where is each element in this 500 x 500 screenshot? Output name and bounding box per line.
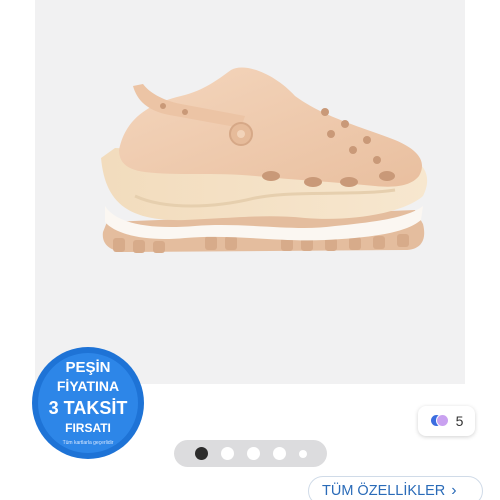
installment-promo-badge: PEŞİN FİYATINA 3 TAKSİT FIRSATI Tüm kart… [32, 347, 144, 459]
product-image [101, 67, 428, 253]
promo-line-2: FİYATINA [57, 378, 119, 394]
chevron-right-icon: › [451, 482, 457, 499]
carousel-dot-5[interactable] [298, 449, 307, 458]
promo-fineprint: Tüm kartlarla geçerlidir [63, 440, 114, 446]
promo-line-1: PEŞİN [65, 359, 110, 376]
product-page: PEŞİN FİYATINA 3 TAKSİT FIRSATI Tüm kart… [0, 0, 500, 500]
product-image-panel[interactable] [35, 0, 465, 384]
color-swatch-icon [429, 413, 450, 429]
color-count: 5 [455, 413, 464, 429]
image-carousel-pagination [174, 440, 327, 467]
promo-line-4: FIRSATI [65, 421, 111, 435]
promo-line-3: 3 TAKSİT [49, 398, 128, 418]
carousel-dot-4[interactable] [272, 447, 286, 460]
carousel-dot-2[interactable] [220, 447, 234, 460]
all-features-label: TÜM ÖZELLİKLER [322, 483, 446, 499]
all-features-button[interactable]: TÜM ÖZELLİKLER › [308, 476, 483, 500]
color-options-chip[interactable]: 5 [418, 406, 475, 436]
carousel-dot-1[interactable] [194, 447, 208, 460]
carousel-dot-3[interactable] [246, 447, 260, 460]
